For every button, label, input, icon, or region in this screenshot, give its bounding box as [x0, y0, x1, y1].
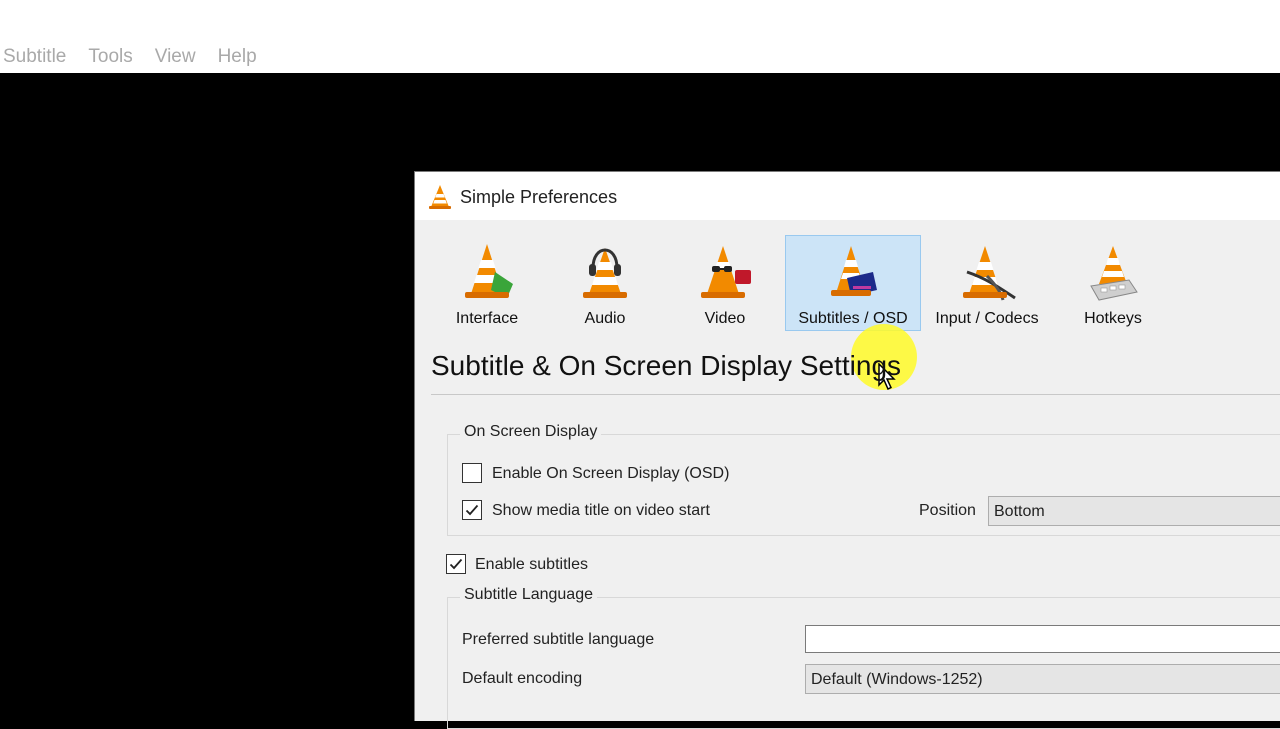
checkmark-icon [465, 504, 479, 516]
dialog-titlebar[interactable]: Simple Preferences [415, 172, 1280, 220]
enable-osd-label: Enable On Screen Display (OSD) [492, 465, 730, 482]
preferred-language-input[interactable] [805, 625, 1280, 653]
show-media-title-checkbox[interactable] [462, 500, 482, 520]
subtitle-language-legend: Subtitle Language [460, 586, 597, 604]
preferences-dialog: Simple Preferences Interface Audio Video… [414, 171, 1280, 729]
preferred-language-label: Preferred subtitle language [462, 631, 655, 648]
enable-subtitles-label: Enable subtitles [475, 556, 588, 573]
tab-subtitles-osd-label: Subtitles / OSD [798, 310, 908, 327]
checkmark-icon [449, 558, 463, 570]
tab-audio[interactable]: Audio [565, 235, 645, 331]
video-cone-glasses-icon [701, 246, 751, 298]
tab-hotkeys[interactable]: Hotkeys [1071, 235, 1155, 331]
audio-cone-headphones-icon [583, 248, 627, 298]
menu-help[interactable]: Help [218, 46, 257, 68]
category-bar: Interface Audio Video Subtitles / OSD In… [415, 220, 1280, 391]
tab-interface-label: Interface [455, 310, 519, 327]
tab-audio-label: Audio [584, 310, 626, 327]
hotkeys-cone-icon [1090, 246, 1138, 301]
tab-subtitles-osd[interactable]: Subtitles / OSD [785, 235, 921, 331]
tab-video-label: Video [704, 310, 746, 327]
default-encoding-select[interactable]: Default (Windows-1252) [805, 664, 1280, 694]
default-encoding-label: Default encoding [462, 670, 583, 687]
subtitles-cone-icon [831, 246, 877, 296]
enable-osd-checkbox[interactable] [462, 463, 482, 483]
menubar-items: Subtitle Tools View Help [3, 46, 279, 68]
position-select[interactable]: Bottom [988, 496, 1280, 526]
vlc-cone-icon [429, 185, 451, 209]
section-title: Subtitle & On Screen Display Settings [431, 350, 902, 381]
tab-input-codecs-label: Input / Codecs [935, 310, 1039, 327]
tab-interface[interactable]: Interface [445, 235, 529, 331]
menubar: Subtitle Tools View Help [0, 0, 1280, 73]
menu-tools[interactable]: Tools [88, 46, 132, 68]
tab-hotkeys-label: Hotkeys [1084, 310, 1142, 327]
position-label: Position [919, 502, 976, 519]
osd-groupbox: On Screen Display Enable On Screen Displ… [447, 423, 1280, 536]
subtitle-language-groupbox: Subtitle Language Preferred subtitle lan… [447, 586, 1280, 729]
enable-subtitles-checkbox[interactable] [446, 554, 466, 574]
osd-group-legend: On Screen Display [460, 423, 602, 441]
menu-subtitle[interactable]: Subtitle [3, 46, 66, 68]
show-media-title-label: Show media title on video start [492, 502, 710, 519]
section-divider [431, 394, 1280, 395]
tab-input-codecs[interactable]: Input / Codecs [929, 235, 1045, 331]
dialog-title: Simple Preferences [460, 187, 618, 207]
tab-video[interactable]: Video [685, 235, 765, 331]
codecs-cone-icon [963, 246, 1016, 301]
menu-view[interactable]: View [155, 46, 196, 68]
interface-cone-icon [465, 244, 513, 298]
